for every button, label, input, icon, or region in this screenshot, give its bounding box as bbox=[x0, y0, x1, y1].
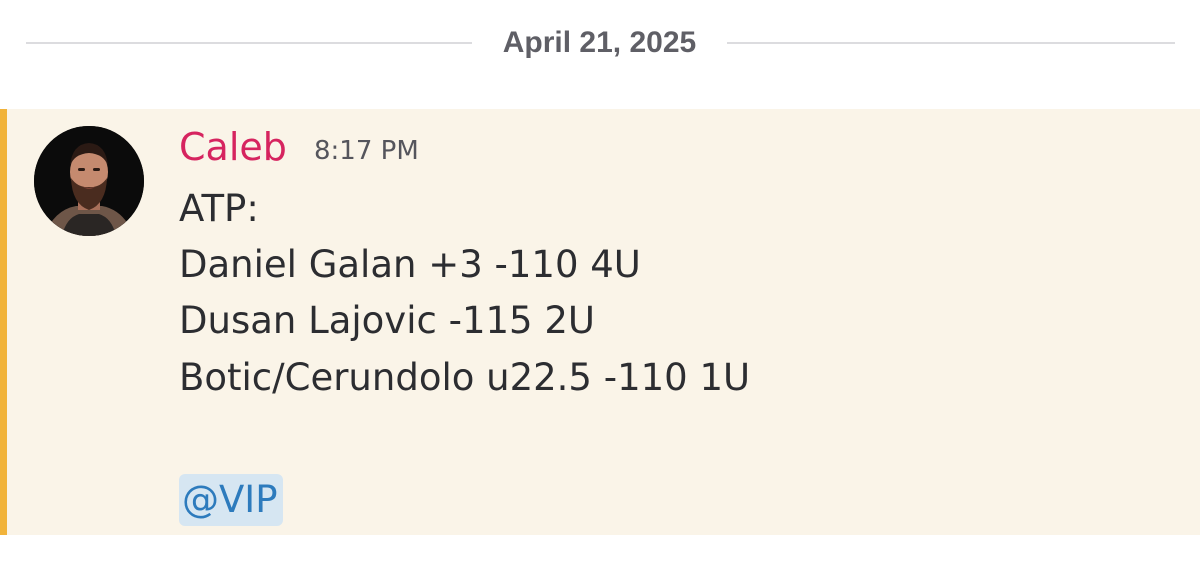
date-divider-label: April 21, 2025 bbox=[502, 26, 697, 59]
user-photo-avatar-icon bbox=[34, 126, 144, 236]
message-line: Dusan Lajovic -115 2U bbox=[179, 299, 595, 342]
message-item[interactable]: Caleb 8:17 PM ATP: Daniel Galan +3 -110 … bbox=[0, 109, 1200, 535]
date-divider: April 21, 2025 bbox=[0, 0, 1200, 88]
message-author[interactable]: Caleb bbox=[179, 125, 287, 169]
mention-highlight-bar bbox=[0, 109, 7, 535]
divider-line-left bbox=[26, 42, 472, 44]
avatar[interactable] bbox=[34, 126, 144, 236]
divider-line-right bbox=[727, 42, 1175, 44]
message-timestamp: 8:17 PM bbox=[314, 136, 419, 166]
message-line: Daniel Galan +3 -110 4U bbox=[179, 243, 641, 286]
message-line: Botic/Cerundolo u22.5 -110 1U bbox=[179, 356, 751, 399]
role-mention-vip[interactable]: @VIP bbox=[179, 474, 283, 526]
message-line: ATP: bbox=[179, 187, 259, 230]
